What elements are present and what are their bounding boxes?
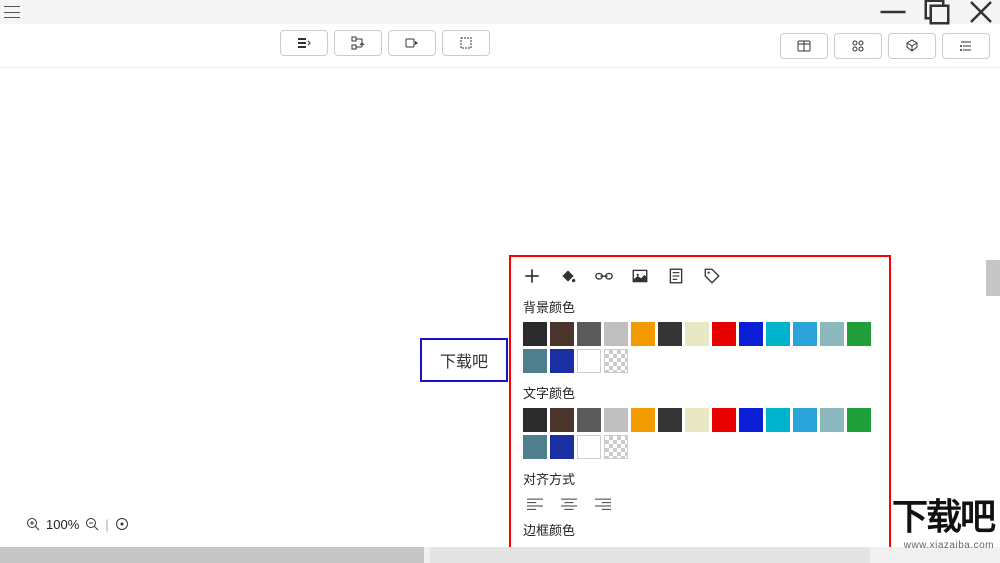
window-controls <box>878 0 996 24</box>
toolbar-btn-2[interactable] <box>334 30 382 56</box>
bg-color-swatches <box>511 322 889 379</box>
zoom-level: 100% <box>46 517 79 532</box>
toolbar-right-btn-1[interactable] <box>780 33 828 59</box>
title-bar <box>0 0 1000 24</box>
watermark-url: www.xiazaiba.com <box>892 540 994 551</box>
style-popup: 背景颜色 文字颜色 对齐方式 边框颜色 <box>509 255 891 551</box>
text-swatch-3[interactable] <box>604 408 628 432</box>
horizontal-scrollbar-thumb2[interactable] <box>430 547 870 563</box>
bg-swatch-6[interactable] <box>685 322 709 346</box>
bg-swatch-15[interactable] <box>577 349 601 373</box>
align-left-button[interactable] <box>527 498 543 512</box>
watermark: 下载吧 www.xiazaiba.com <box>892 488 994 551</box>
mindmap-node[interactable]: 下载吧 <box>420 338 508 382</box>
image-icon[interactable] <box>631 267 649 285</box>
fill-icon[interactable] <box>559 267 577 285</box>
bg-swatch-10[interactable] <box>793 322 817 346</box>
bg-swatch-8[interactable] <box>739 322 763 346</box>
tag-icon[interactable] <box>703 267 721 285</box>
text-color-swatches <box>511 408 889 465</box>
link-icon[interactable] <box>595 267 613 285</box>
align-label: 对齐方式 <box>511 465 889 494</box>
maximize-button[interactable] <box>922 0 952 24</box>
watermark-brand: 下载吧 <box>892 488 994 540</box>
popup-toolbar <box>511 257 889 293</box>
text-swatch-7[interactable] <box>712 408 736 432</box>
text-swatch-5[interactable] <box>658 408 682 432</box>
bg-swatch-3[interactable] <box>604 322 628 346</box>
text-swatch-12[interactable] <box>847 408 871 432</box>
bg-swatch-13[interactable] <box>523 349 547 373</box>
horizontal-scrollbar-track[interactable] <box>0 547 1000 563</box>
toolbar-btn-4[interactable] <box>442 30 490 56</box>
text-swatch-8[interactable] <box>739 408 763 432</box>
toolbar-btn-3[interactable] <box>388 30 436 56</box>
text-swatch-14[interactable] <box>550 435 574 459</box>
zoom-in-icon[interactable] <box>26 517 40 531</box>
horizontal-scrollbar-thumb[interactable] <box>0 547 424 563</box>
bg-swatch-5[interactable] <box>658 322 682 346</box>
note-icon[interactable] <box>667 267 685 285</box>
text-swatch-11[interactable] <box>820 408 844 432</box>
toolbar <box>0 24 1000 68</box>
toolbar-btn-1[interactable] <box>280 30 328 56</box>
text-swatch-9[interactable] <box>766 408 790 432</box>
bg-swatch-14[interactable] <box>550 349 574 373</box>
text-swatch-10[interactable] <box>793 408 817 432</box>
text-color-label: 文字颜色 <box>511 379 889 408</box>
text-swatch-2[interactable] <box>577 408 601 432</box>
bg-swatch-7[interactable] <box>712 322 736 346</box>
status-bar: 100% | <box>26 513 129 535</box>
bg-swatch-1[interactable] <box>550 322 574 346</box>
menu-icon[interactable] <box>4 6 20 18</box>
bg-color-label: 背景颜色 <box>511 293 889 322</box>
toolbar-right-btn-4[interactable] <box>942 33 990 59</box>
add-icon[interactable] <box>523 267 541 285</box>
text-swatch-1[interactable] <box>550 408 574 432</box>
toolbar-right-btn-2[interactable] <box>834 33 882 59</box>
bg-swatch-12[interactable] <box>847 322 871 346</box>
bg-swatch-4[interactable] <box>631 322 655 346</box>
toolbar-right-btn-3[interactable] <box>888 33 936 59</box>
bg-swatch-11[interactable] <box>820 322 844 346</box>
border-color-label: 边框颜色 <box>511 516 889 545</box>
text-swatch-4[interactable] <box>631 408 655 432</box>
text-swatch-13[interactable] <box>523 435 547 459</box>
bg-swatch-9[interactable] <box>766 322 790 346</box>
fit-icon[interactable] <box>115 517 129 531</box>
text-swatch-16[interactable] <box>604 435 628 459</box>
close-button[interactable] <box>966 0 996 24</box>
bg-swatch-0[interactable] <box>523 322 547 346</box>
divider: | <box>105 517 108 532</box>
zoom-out-icon[interactable] <box>85 517 99 531</box>
minimize-button[interactable] <box>878 0 908 24</box>
node-text: 下载吧 <box>440 348 488 372</box>
text-swatch-15[interactable] <box>577 435 601 459</box>
text-swatch-0[interactable] <box>523 408 547 432</box>
align-center-button[interactable] <box>561 498 577 512</box>
align-right-button[interactable] <box>595 498 611 512</box>
bg-swatch-16[interactable] <box>604 349 628 373</box>
align-buttons <box>511 494 889 516</box>
text-swatch-6[interactable] <box>685 408 709 432</box>
bg-swatch-2[interactable] <box>577 322 601 346</box>
vertical-scrollbar[interactable] <box>986 260 1000 296</box>
